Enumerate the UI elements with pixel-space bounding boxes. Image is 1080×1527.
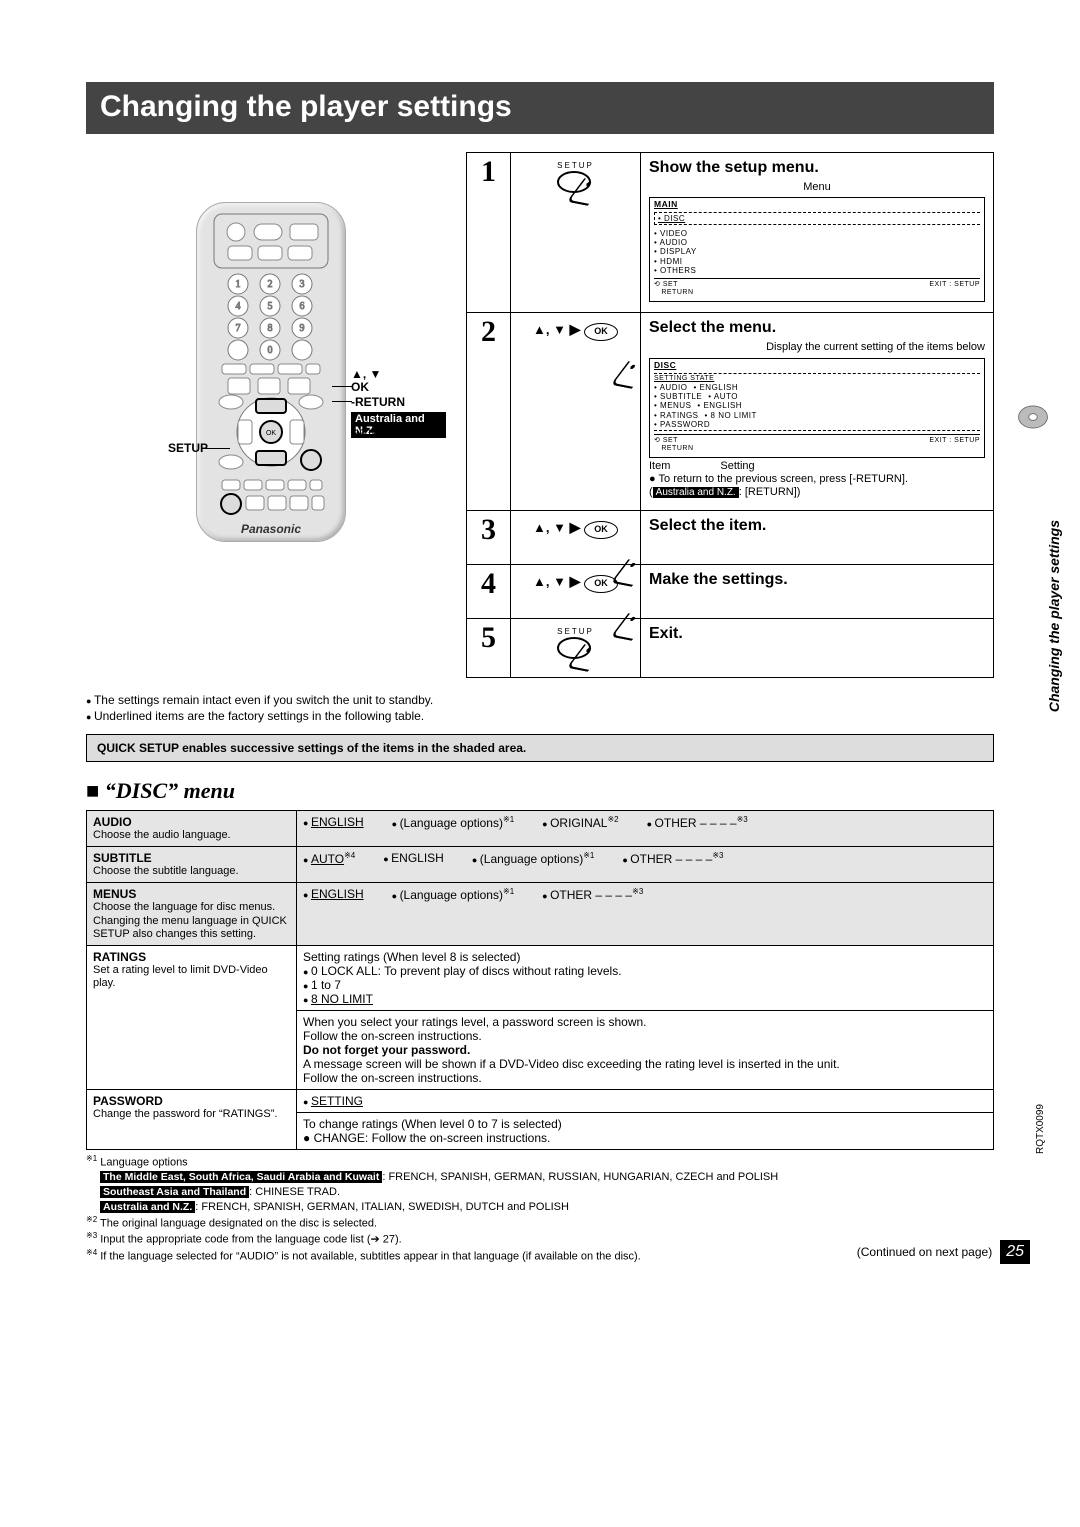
- row-title: AUDIO: [93, 815, 290, 829]
- svg-text:4: 4: [236, 301, 241, 312]
- step4-title: Make the settings.: [649, 571, 985, 589]
- step5-title: Exit.: [649, 625, 985, 643]
- step2-title: Select the menu.: [649, 319, 985, 337]
- step-4: 4 ▲, ▼ ▶ OK Make the settings.: [467, 564, 994, 618]
- step-number: 5: [467, 618, 511, 677]
- step3-title: Select the item.: [649, 517, 985, 535]
- step2-note: Display the current setting of the items…: [649, 341, 985, 354]
- svg-text:9: 9: [300, 323, 305, 334]
- step-number: 1: [467, 153, 511, 313]
- row-options: ENGLISH (Language options)※1 OTHER – – –…: [303, 887, 987, 902]
- label-arrows-ok: ▲, ▼OK: [351, 368, 381, 394]
- row-desc: Change the password for “RATINGS”.: [93, 1108, 290, 1121]
- row-desc: Choose the audio language.: [93, 829, 290, 842]
- aust-badge: Australia and N.Z.: [653, 487, 739, 498]
- svg-text:OK: OK: [266, 430, 276, 437]
- svg-text:6: 6: [300, 301, 305, 312]
- page-number: 25: [1000, 1240, 1030, 1264]
- continued-label: (Continued on next page): [857, 1245, 992, 1259]
- row-title: SUBTITLE: [93, 851, 290, 865]
- setup-button-icon: [556, 170, 596, 201]
- password-opt: SETTING: [311, 1094, 363, 1108]
- ratings-opt: 0 LOCK ALL: To prevent play of discs wit…: [311, 964, 622, 978]
- step-2: 2 ▲, ▼ ▶ OK Select the menu. Display the…: [467, 312, 994, 510]
- svg-text:8: 8: [268, 323, 273, 334]
- svg-text:0: 0: [268, 345, 273, 356]
- step1-osd: MAIN DISC VIDEO AUDIO DISPLAY HDMI OTHER…: [649, 197, 985, 302]
- svg-text:3: 3: [300, 279, 305, 290]
- step-number: 3: [467, 510, 511, 564]
- label-return2: RETURN: [351, 428, 397, 440]
- step2-setting-label: Setting: [720, 460, 754, 473]
- side-section-label: Changing the player settings: [1046, 520, 1062, 712]
- svg-text:5: 5: [268, 301, 273, 312]
- label-return: -RETURN: [351, 396, 405, 409]
- row-options: AUTO※4 ENGLISH (Language options)※1 OTHE…: [303, 851, 987, 866]
- row-desc: Choose the subtitle language.: [93, 865, 290, 878]
- step1-title: Show the setup menu.: [649, 159, 985, 177]
- step-1: 1 SETUP Show the setup menu. Menu MAIN D…: [467, 153, 994, 313]
- page-title: Changing the player settings: [86, 82, 994, 134]
- svg-text:1: 1: [236, 279, 241, 290]
- remote-svg: 1 2 3 4 5 6 7 8 9 0: [196, 202, 346, 542]
- disc-row-ratings: RATINGS Set a rating level to limit DVD-…: [87, 945, 994, 1089]
- row-desc: Set a rating level to limit DVD-Video pl…: [93, 964, 290, 990]
- ratings-intro: Setting ratings (When level 8 is selecte…: [303, 950, 987, 964]
- row-title: RATINGS: [93, 950, 290, 964]
- doc-code: RQTX0099: [1035, 1104, 1046, 1154]
- step2-osd: DISC SETTING STATE AUDIOENGLISH SUBTITLE…: [649, 358, 985, 458]
- disc-icon: [1016, 400, 1050, 434]
- ratings-opt: 1 to 7: [311, 978, 341, 992]
- disc-row-subtitle: SUBTITLE Choose the subtitle language. A…: [87, 847, 994, 883]
- step2-item-label: Item: [649, 460, 670, 473]
- quick-setup-note: QUICK SETUP enables successive settings …: [86, 734, 994, 762]
- step-number: 2: [467, 312, 511, 510]
- disc-row-audio: AUDIO Choose the audio language. ENGLISH…: [87, 810, 994, 846]
- row-options: ENGLISH (Language options)※1 ORIGINAL※2 …: [303, 815, 987, 830]
- svg-text:2: 2: [268, 279, 273, 290]
- steps-table: 1 SETUP Show the setup menu. Menu MAIN D…: [466, 152, 994, 678]
- disc-menu-table: AUDIO Choose the audio language. ENGLISH…: [86, 810, 994, 1150]
- row-title: MENUS: [93, 887, 290, 901]
- svg-text:7: 7: [236, 323, 241, 334]
- step3-icon: ▲, ▼ ▶ OK: [519, 519, 632, 539]
- row-title: PASSWORD: [93, 1094, 290, 1108]
- password-change-opt: ● CHANGE: Follow the on-screen instructi…: [303, 1131, 987, 1145]
- step1-osd-label: Menu: [649, 181, 985, 193]
- disc-row-password: PASSWORD Change the password for “RATING…: [87, 1089, 994, 1149]
- row-desc: Choose the language for disc menus. Chan…: [93, 901, 290, 941]
- step2-icon: ▲, ▼ ▶ OK: [519, 321, 632, 341]
- ratings-password-note: When you select your ratings level, a pa…: [297, 1010, 993, 1085]
- aust-return-note: : [RETURN]): [739, 486, 801, 498]
- disc-menu-heading: “DISC” menu: [86, 778, 994, 804]
- password-change-intro: To change ratings (When level 0 to 7 is …: [303, 1117, 987, 1131]
- setup-button-icon: [556, 636, 596, 667]
- remote-illustration: 1 2 3 4 5 6 7 8 9 0: [86, 152, 446, 678]
- remote-brand: Panasonic: [196, 522, 346, 536]
- step1-icon-label: SETUP: [519, 161, 632, 170]
- step2-return-note: To return to the previous screen, press …: [659, 473, 908, 485]
- note-item: The settings remain intact even if you s…: [86, 692, 994, 708]
- general-notes: The settings remain intact even if you s…: [86, 692, 994, 724]
- step-number: 4: [467, 564, 511, 618]
- step-3: 3 ▲, ▼ ▶ OK Select the item.: [467, 510, 994, 564]
- disc-row-menus: MENUS Choose the language for disc menus…: [87, 883, 994, 946]
- step-5: 5 SETUP Exit.: [467, 618, 994, 677]
- ratings-opt: 8 NO LIMIT: [311, 992, 373, 1006]
- note-item: Underlined items are the factory setting…: [86, 708, 994, 724]
